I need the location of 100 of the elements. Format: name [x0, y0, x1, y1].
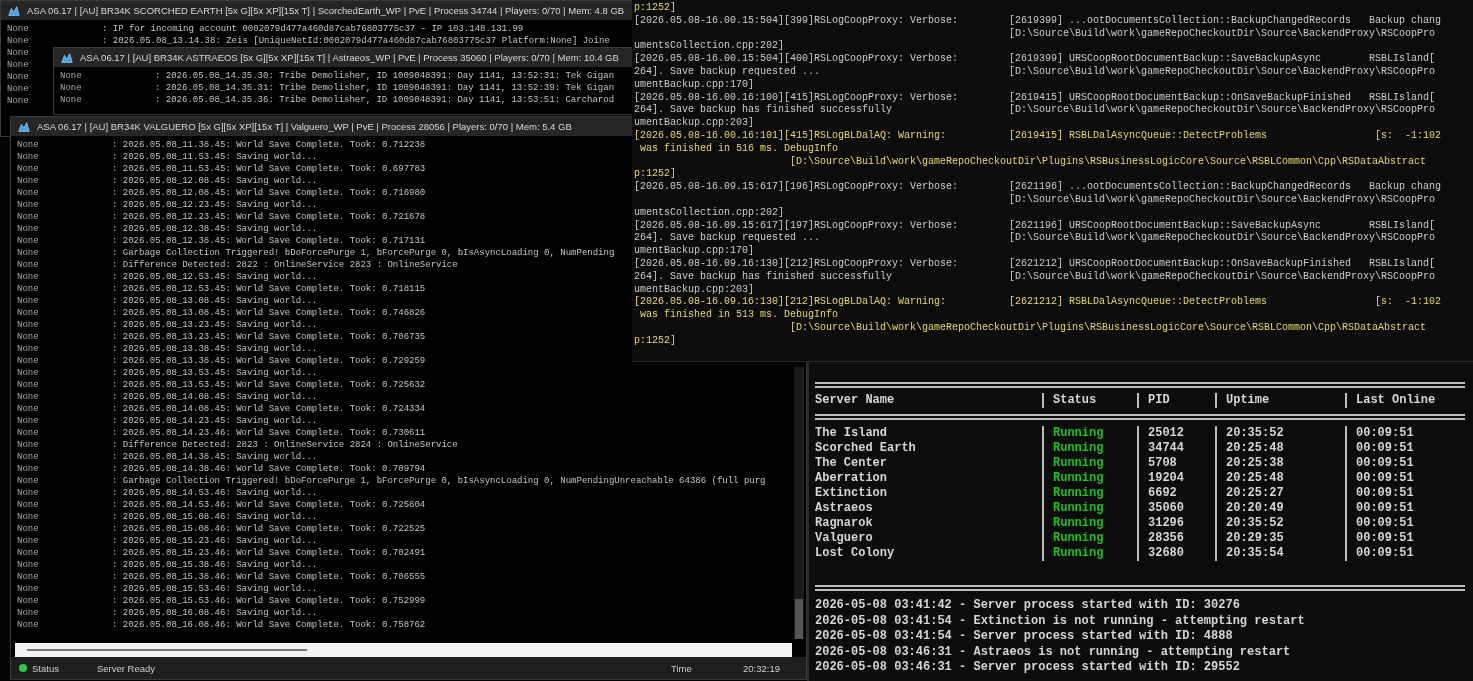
log-detail: [2619415] URSCoopRootDocumentBackup::OnSaveBackupFinished RSBLIsland[: [1009, 91, 1436, 104]
window-title: ASA 06.17 | [AU] BR34K SCORCHED EARTH [5x G][5x XP][15x T] | ScorchedEarth_WP | PvE | Process 34744 | Players: 0/70 | Mem: 4.8 GB: [27, 5, 625, 16]
table-cell: 20:35:52: [1215, 426, 1345, 441]
log-text: p:1252]: [633, 168, 676, 180]
log-message: : 2026.05.08_13.08.45: World Save Complete. Took: 0.746826: [112, 307, 426, 319]
log-message: : 2026.05.08_14.23.46: World Save Complete. Took: 0.730611: [112, 427, 426, 439]
table-cell: 00:09:51: [1345, 471, 1465, 486]
log-source: None: [17, 259, 39, 271]
table-cell: 20:35:52: [1215, 516, 1345, 531]
log-message: : 2026.05.08_12.08.45: Saving world...: [112, 175, 318, 187]
table-cell: Running: [1042, 471, 1137, 486]
table-cell: 32680: [1137, 546, 1215, 561]
column-header: Status: [1042, 393, 1137, 408]
log-detail: [D:\Source\Build\work\gameRepoCheckoutDir\Source\BackendProxy\RSCoopPro: [1009, 270, 1436, 284]
log-message: : 2026.05.08_11.38.45: World Save Complete. Took: 0.712238: [112, 139, 426, 151]
log-source: None: [17, 619, 39, 631]
table-cell: 20:25:48: [1215, 441, 1345, 456]
column-header: Last Online: [1345, 393, 1465, 408]
table-cell-text: Astraeos: [815, 501, 874, 516]
log-source: None: [17, 391, 39, 403]
log-source: None: [17, 607, 39, 619]
table-cell: 00:09:51: [1345, 456, 1465, 471]
log-message: : 2026.05.08_12.38.45: World Save Complete. Took: 0.717131: [112, 235, 426, 247]
log-text: [D:\Source\Build\work\gameRepoCheckoutDir\Plugins\RSBusinessLogicCore\Source\RSBLCommon\Cpp\RSDataAbstract: [790, 321, 1427, 335]
log-text: [2026.05.08-16.00.16:101][415]RSLogBLDalAQ: Warning:: [633, 129, 947, 141]
table-cell-text: Valguero: [815, 531, 874, 546]
log-message: : 2026.05.08_16.08.46: World Save Complete. Took: 0.758762: [112, 619, 426, 631]
log-text: 264]. Save backup requested ...: [633, 66, 821, 77]
log-text: umentBackup.cpp:203]: [633, 117, 755, 129]
log-source: None: [17, 415, 39, 427]
log-message: : 2026.05.08_14.38.46: World Save Complete. Took: 0.709794: [112, 463, 426, 475]
log-text: 264]. Save backup requested ...: [633, 232, 821, 244]
table-cell: Running: [1042, 486, 1137, 501]
log-source: None: [17, 295, 39, 307]
table-cell: 00:09:51: [1345, 426, 1465, 441]
table-cell: 20:29:35: [1215, 531, 1345, 546]
log-source: None: [17, 211, 39, 223]
log-message: : Difference Detected: 2822 : OnlineService 2823 : OnlineService: [112, 259, 458, 271]
log-source: None: [7, 23, 29, 35]
log-message: : 2026.05.08_13.23.45: World Save Complete. Took: 0.706735: [112, 331, 426, 343]
status-dot-icon: [19, 664, 27, 672]
log-source: None: [17, 427, 39, 439]
table-cell: 00:09:51: [1345, 486, 1465, 501]
log-source: None: [17, 283, 39, 295]
log-source: None: [7, 59, 29, 71]
log-detail: [2621196] ...ootDocumentsCollection::BackupChangedRecords Backup chang: [1009, 181, 1442, 194]
table-cell: 31296: [1137, 516, 1215, 531]
log-source: None: [60, 70, 82, 82]
log-source: None: [7, 83, 29, 95]
log-source: None: [17, 475, 39, 487]
log-source: None: [60, 82, 82, 94]
log-source: None: [17, 331, 39, 343]
log-source: None: [17, 319, 39, 331]
log-source: None: [17, 451, 39, 463]
log-source: None: [17, 439, 39, 451]
log-source: None: [17, 595, 39, 607]
table-cell: 00:09:51: [1345, 531, 1465, 546]
log-text: [2026.05.08-16.00.16:100][415]RSLogCoopProxy: Verbose:: [633, 91, 959, 103]
table-cell: 00:09:51: [1345, 441, 1465, 456]
log-source: None: [17, 583, 39, 595]
log-message: : 2026.05.08_15.23.46: World Save Complete. Took: 0.702491: [112, 547, 426, 559]
log-message: : 2026.05.08_12.23.45: Saving world...: [112, 199, 318, 211]
log-message: : 2026.05.08_14.08.45: Saving world...: [112, 391, 318, 403]
log-source: None: [17, 379, 39, 391]
log-message: : 2026.05.08_11.53.45: World Save Complete. Took: 0.697783: [112, 163, 426, 175]
log-source: None: [17, 343, 39, 355]
log-source: None: [17, 523, 39, 535]
log-text: was finished in 513 ms. DebugInfo: [639, 309, 839, 321]
log-message: : 2026.05.08_14.35.36: Tribe Demolisher, ID 1009048391: Day 1141, 13:53:51: Carcharod: [155, 94, 615, 106]
log-message: : Garbage Collection Triggered! bDoForcePurge 1, bForcePurge 0, bIsAsyncLoading 0, NumPending: [112, 247, 615, 259]
log-source: None: [17, 163, 39, 175]
log-message: : 2026.05.08_15.38.46: World Save Complete. Took: 0.706555: [112, 571, 426, 583]
log-message: : 2026.05.08_13.08.45: Saving world...: [112, 295, 318, 307]
table-cell: 6692: [1137, 486, 1215, 501]
status-text: Server Ready: [97, 662, 156, 674]
log-text: p:1252]: [633, 334, 676, 346]
log-message: : 2026.05.08_15.53.46: Saving world...: [112, 583, 318, 595]
log-source: None: [17, 547, 39, 559]
log-message: : 2026.05.08_15.23.46: Saving world...: [112, 535, 318, 547]
log-message: : 2026.05.08_14.23.45: Saving world...: [112, 415, 318, 427]
vertical-scrollbar[interactable]: [794, 367, 804, 639]
log-message: : 2026.05.08_12.08.45: World Save Complete. Took: 0.716980: [112, 187, 426, 199]
log-detail: [2621212] RSBLDalAsyncQueue::DetectProblems [s: -1:102: [1009, 296, 1442, 310]
log-detail: [D:\Source\Build\work\gameRepoCheckoutDir\Source\BackendProxy\RSCoopPro: [1009, 27, 1436, 41]
log-source: None: [17, 175, 39, 187]
table-cell: Running: [1042, 456, 1137, 471]
log-message: : 2026.05.08_13.23.45: Saving world...: [112, 319, 318, 331]
event-log-line: 2026-05-08 03:41:54 - Server process started with ID: 4888: [815, 629, 1234, 645]
log-source: None: [17, 307, 39, 319]
log-message: : 2026.05.08_14.38.45: Saving world...: [112, 451, 318, 463]
log-text: [2026.05.08-16.09.15:617][196]RSLogCoopProxy: Verbose:: [633, 181, 959, 193]
table-cell: Running: [1042, 516, 1137, 531]
log-source: None: [17, 235, 39, 247]
log-detail: [D:\Source\Build\work\gameRepoCheckoutDir\Source\BackendProxy\RSCoopPro: [1009, 232, 1436, 246]
log-source: None: [17, 199, 39, 211]
log-message: : 2026.05.08_14.53.46: World Save Complete. Took: 0.725804: [112, 499, 426, 511]
log-source: None: [17, 367, 39, 379]
table-cell: 35060: [1137, 501, 1215, 516]
horizontal-scrollbar[interactable]: [15, 643, 792, 657]
table-cell-text: The Center: [815, 456, 888, 471]
